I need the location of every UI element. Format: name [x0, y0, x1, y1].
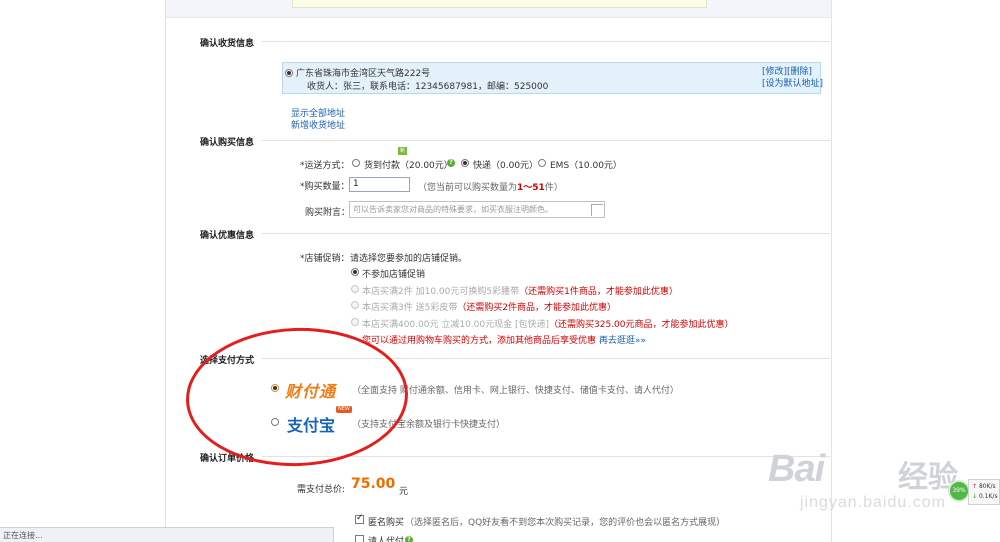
watermark-url: jingyan.baidu.com — [800, 494, 946, 511]
new-tag: 新 — [398, 147, 408, 155]
set-default-address-link[interactable]: [设为默认地址] — [762, 76, 823, 89]
promo-label: *店铺促销： — [300, 254, 350, 264]
promo-none-radio[interactable] — [351, 268, 359, 276]
section-divider — [262, 140, 830, 141]
shipping-express-radio[interactable] — [461, 159, 469, 167]
help-icon[interactable]: ? — [447, 159, 455, 167]
promo-option: 本店买满2件 加10.00元可换购5彩腰带（还需购买1件商品，才能参加此优惠） — [362, 284, 678, 297]
promo-option-note: （还需购买325.00元商品，才能参加此优惠） — [549, 320, 734, 330]
promo-footer: 您可以通过用购物车购买的方式，添加其他商品后享受优惠 再去逛逛»» — [362, 333, 646, 346]
total-price: 75.00 — [351, 476, 396, 492]
download-speed: ↓ 0.1K/s — [972, 492, 999, 502]
shipping-ems-radio[interactable] — [538, 159, 546, 167]
quantity-hint: （您当前可以购买数量为1～51件） — [418, 180, 563, 193]
address-radio[interactable] — [285, 69, 293, 77]
network-speed-widget[interactable]: ↑ 80K/s ↓ 0.1K/s — [968, 479, 1000, 505]
promo-option-text: 本店买满400.00元 立减10.00元现金 [包快递] — [362, 320, 550, 330]
anonymous-checkbox[interactable] — [355, 513, 364, 524]
add-address-link[interactable]: 新增收货地址 — [291, 118, 345, 131]
quantity-hint-prefix: （您当前可以购买数量为 — [418, 183, 518, 193]
promo-option-note: （还需购买1件商品，才能参加此优惠） — [519, 287, 678, 297]
quantity-range: 1～51 — [517, 183, 545, 193]
anonymous-label: 匿名购买 — [368, 518, 405, 528]
quantity-hint-suffix: 件） — [544, 183, 563, 193]
status-bar: 正在连接... — [0, 527, 334, 542]
resize-handle[interactable] — [591, 204, 603, 216]
quantity-label: *购买数量： — [300, 182, 350, 192]
note-textarea[interactable]: 可以告诉卖家您对商品的特殊要求，如买衣服注明颜色。 — [349, 201, 605, 218]
shipping-label: *运送方式： — [300, 158, 350, 171]
address-section-title: 确认收货信息 — [200, 39, 255, 49]
proxy-pay-label: 请人代付 — [368, 537, 405, 542]
network-percent-badge[interactable]: 39% — [948, 480, 970, 502]
note-label: 购买附言： — [305, 208, 351, 218]
upload-speed: ↑ 80K/s — [972, 482, 999, 492]
promo-option-text: 本店买满3件 送5彩皮带 — [362, 303, 458, 313]
promo-option-text: 本店买满2件 加10.00元可换购5彩腰带 — [362, 287, 520, 297]
promo-option-radio — [351, 285, 359, 293]
promo-option-radio — [351, 301, 359, 309]
note-placeholder: 可以告诉卖家您对商品的特殊要求，如买衣服注明颜色。 — [353, 205, 553, 214]
address-line: 广东省珠海市金湾区天气路222号 — [296, 69, 431, 79]
proxy-pay-checkbox[interactable] — [355, 535, 364, 542]
upload-speed-value: 80K/s — [978, 483, 996, 490]
discount-section-title: 确认优惠信息 — [200, 231, 255, 241]
currency-unit: 元 — [399, 487, 409, 497]
watermark-logo: Bai — [768, 448, 825, 490]
total-label: 需支付总价: — [297, 485, 346, 495]
promo-prompt: 请选择您要参加的店铺促销。 — [350, 254, 468, 264]
shipping-cod-label: 货到付款（20.00元） — [364, 161, 453, 171]
quantity-input[interactable]: 1 — [349, 177, 410, 192]
promo-footer-note: 您可以通过用购物车购买的方式，添加其他商品后享受优惠 — [362, 336, 597, 346]
shipping-label-text: *运送方式： — [300, 161, 350, 171]
promo-none-label: 不参加店铺促销 — [362, 270, 426, 280]
download-speed-value: 0.1K/s — [978, 493, 998, 500]
download-arrow-icon: ↓ — [972, 493, 978, 500]
shipping-express-label: 快递（0.00元） — [473, 161, 539, 171]
shipping-ems-label: EMS（10.00元） — [550, 161, 622, 171]
shipping-cod-radio[interactable] — [352, 159, 360, 167]
top-notice-box — [292, 0, 707, 8]
recipient-line: 收货人：张三，联系电话：12345687981，邮编：525000 — [307, 82, 549, 92]
promo-option-note: （还需购买2件商品，才能参加此优惠） — [457, 303, 617, 313]
purchase-section-title: 确认购买信息 — [200, 138, 255, 148]
section-divider — [262, 233, 830, 234]
promo-option: 本店买满400.00元 立减10.00元现金 [包快递]（还需购买325.00元… — [362, 317, 734, 330]
upload-arrow-icon: ↑ — [972, 483, 978, 490]
anonymous-hint: （选择匿名后，QQ好友看不到您本次购买记录，您的评价也会以匿名方式展现） — [405, 518, 726, 528]
section-divider — [262, 41, 830, 42]
help-icon[interactable]: ? — [405, 536, 413, 542]
browse-more-link[interactable]: 再去逛逛»» — [599, 336, 646, 346]
promo-option: 本店买满3件 送5彩皮带（还需购买2件商品，才能参加此优惠） — [362, 300, 616, 313]
promo-option-radio — [351, 318, 359, 326]
